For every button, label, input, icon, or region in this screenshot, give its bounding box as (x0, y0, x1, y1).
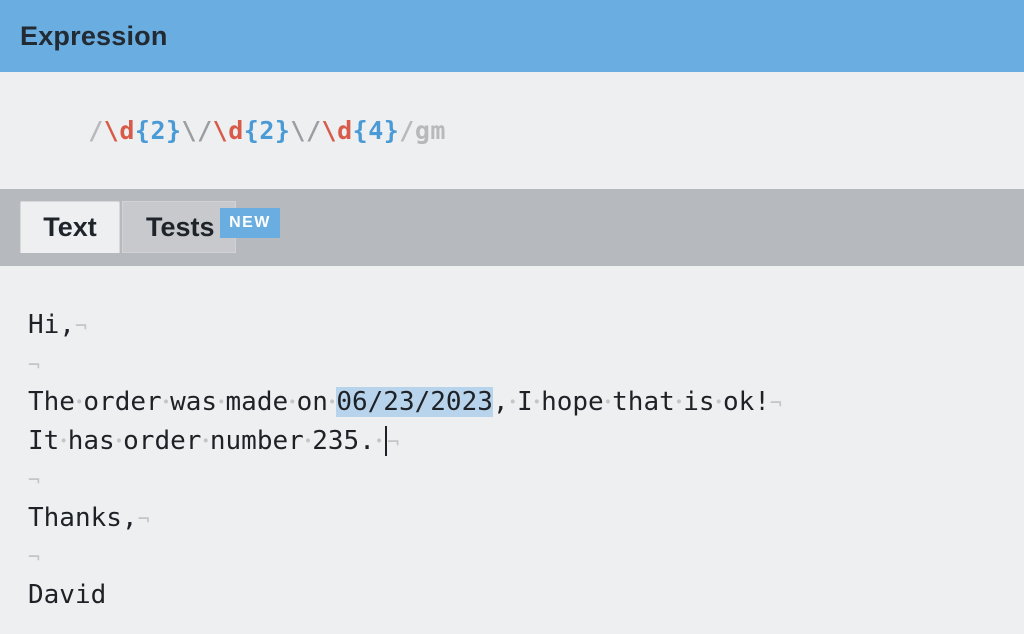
regex-close-delimiter: / (399, 116, 415, 145)
newline-marker: ¬ (769, 391, 782, 415)
whitespace-marker: • (201, 432, 210, 449)
text-line: ¬ (28, 537, 782, 576)
new-badge: NEW (220, 208, 280, 238)
regex-token: \/ (290, 116, 322, 145)
regex-token: \/ (181, 116, 213, 145)
regex-token: \d (212, 116, 244, 145)
expression-title: Expression (20, 20, 168, 51)
whitespace-marker: • (161, 394, 171, 411)
text-line: Thanks,¬ (28, 502, 150, 533)
whitespace-marker: • (114, 432, 124, 449)
text-line: ¬ (28, 460, 782, 499)
tab-text[interactable]: Text (20, 201, 120, 253)
regex-token: {4} (352, 116, 400, 145)
whitespace-marker: • (532, 394, 542, 411)
expression-header: Expression (0, 0, 1024, 72)
newline-marker: ¬ (28, 468, 41, 492)
whitespace-marker: • (508, 394, 517, 411)
whitespace-marker: • (603, 394, 613, 411)
newline-marker: ¬ (137, 506, 150, 531)
test-text-editor[interactable]: Hi,¬ ¬ The•order•was•made•on•06/23/2023,•I… (28, 306, 782, 614)
text-line: The•order•was•made•on•06/23/2023,•I•hope… (28, 387, 782, 417)
newline-marker: ¬ (387, 429, 400, 454)
whitespace-marker: • (374, 432, 384, 449)
regex-token: {2} (134, 116, 182, 145)
tab-tests[interactable]: Tests (122, 201, 236, 253)
match-highlight: 06/23/2023 (336, 387, 493, 417)
tab-bar: Text Tests NEW (0, 189, 1024, 266)
newline-marker: ¬ (28, 545, 41, 569)
whitespace-marker: • (714, 394, 723, 411)
whitespace-marker: • (288, 394, 297, 411)
regex-token: {2} (243, 116, 291, 145)
text-line: David (28, 579, 107, 610)
expression-input-area[interactable]: /\d{2}\/\d{2}\/\d{4}/gm (0, 72, 1024, 189)
whitespace-marker: • (217, 394, 226, 411)
text-line: ¬ (28, 345, 782, 384)
regex-open-delimiter: / (88, 116, 104, 145)
regex-flags[interactable]: gm (415, 116, 446, 145)
text-line: Hi,¬ (28, 310, 88, 340)
whitespace-marker: • (674, 394, 684, 411)
regex-token: \d (321, 116, 353, 145)
newline-marker: ¬ (74, 314, 88, 338)
newline-marker: ¬ (28, 352, 41, 377)
regex-token: \d (103, 116, 135, 145)
whitespace-marker: • (59, 432, 68, 449)
whitespace-marker: • (74, 394, 84, 411)
text-line: It•has•order•number•235.• ¬ (28, 425, 400, 456)
whitespace-marker: • (303, 432, 313, 449)
tab-tests-label: Tests (146, 211, 215, 242)
regex-expression[interactable]: /\d{2}\/\d{2}\/\d{4}/gm (26, 87, 446, 174)
